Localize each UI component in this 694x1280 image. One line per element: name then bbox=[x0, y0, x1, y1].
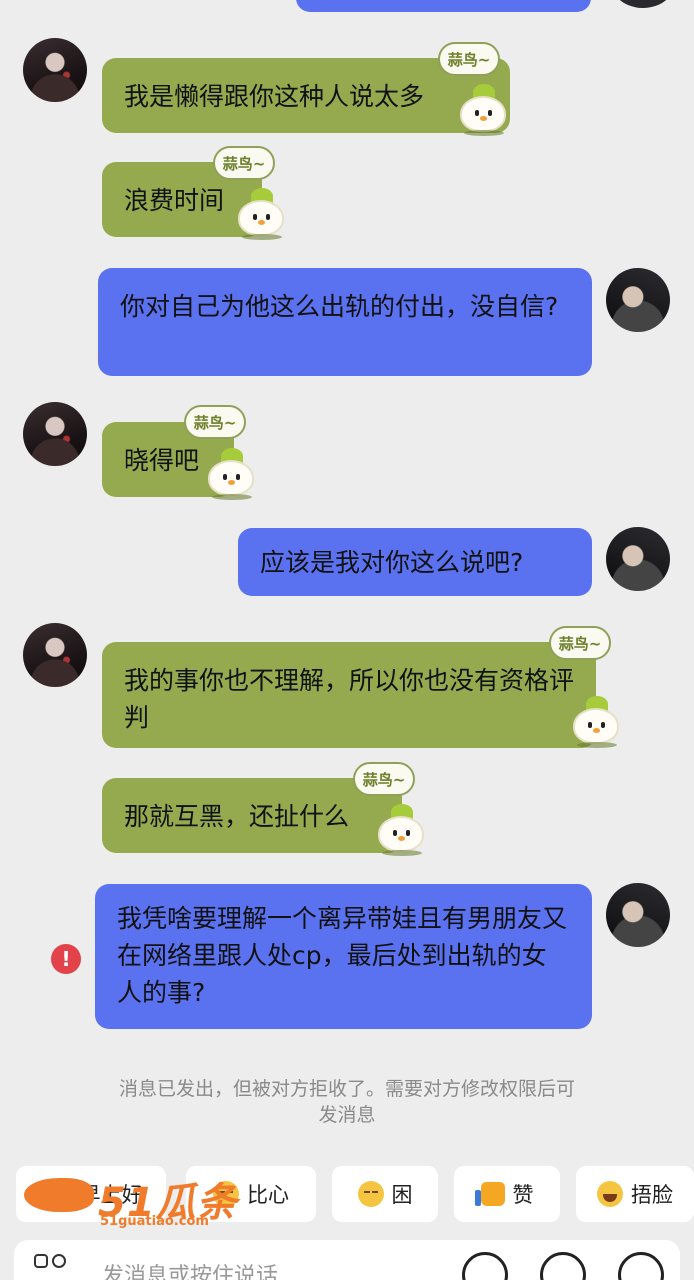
quick-reply-label: 赞 bbox=[512, 1183, 534, 1207]
message-text: 我的事你也不理解，所以你也没有资格评判 bbox=[124, 666, 575, 732]
message-bubble-sent[interactable]: 你对自己为他这么出轨的付出，没自信? bbox=[98, 268, 592, 376]
her-avatar[interactable] bbox=[23, 38, 87, 102]
my-avatar-top[interactable] bbox=[612, 0, 674, 8]
garlic-bird-sticker-icon bbox=[571, 696, 621, 748]
message-input[interactable]: 发消息或按住说话 bbox=[102, 1258, 278, 1280]
message-text: 我是懒得跟你这种人说太多 bbox=[124, 82, 425, 111]
suanniao-badge: 蒜鸟~ bbox=[549, 626, 611, 660]
add-icon[interactable] bbox=[618, 1252, 664, 1280]
my-avatar[interactable] bbox=[606, 268, 670, 332]
message-bubble-received[interactable]: 我的事你也不理解，所以你也没有资格评判 bbox=[102, 642, 596, 748]
garlic-bird-sticker-icon bbox=[458, 84, 508, 136]
quick-reply-sleepy[interactable]: 困 bbox=[332, 1166, 438, 1222]
suanniao-badge: 蒜鸟~ bbox=[438, 42, 500, 76]
quick-reply-label: 困 bbox=[391, 1183, 413, 1207]
watermark-sub: 51guatiao.com bbox=[100, 1214, 209, 1229]
my-avatar[interactable] bbox=[606, 883, 670, 947]
my-avatar[interactable] bbox=[606, 527, 670, 591]
message-text: 我凭啥要理解一个离异带娃且有男朋友又在网络里跟人处cp，最后处到出轨的女人的事? bbox=[117, 904, 568, 1007]
message-text: 那就互黑，还扯什么 bbox=[124, 802, 350, 831]
quick-reply-facepalm[interactable]: 捂脸 bbox=[576, 1166, 694, 1222]
garlic-bird-sticker-icon bbox=[376, 804, 426, 856]
suanniao-badge: 蒜鸟~ bbox=[353, 762, 415, 796]
rejected-notice: 消息已发出，但被对方拒收了。需要对方修改权限后可发消息 bbox=[118, 1078, 575, 1126]
quick-reply-label: 比心 bbox=[247, 1183, 289, 1207]
laughing-face-icon bbox=[597, 1181, 623, 1207]
quick-reply-label: 捂脸 bbox=[631, 1183, 673, 1207]
message-input-bar: 发消息或按住说话 bbox=[14, 1240, 680, 1280]
message-text: 晓得吧 bbox=[124, 446, 200, 475]
garlic-bird-sticker-icon bbox=[236, 188, 286, 240]
message-bubble-sent[interactable]: 我凭啥要理解一个离异带娃且有男朋友又在网络里跟人处cp，最后处到出轨的女人的事? bbox=[95, 884, 592, 1029]
message-text: 浪费时间 bbox=[124, 186, 225, 215]
thumbs-up-icon bbox=[474, 1182, 505, 1206]
previous-message-bubble[interactable] bbox=[296, 0, 591, 12]
voice-icon[interactable] bbox=[462, 1252, 508, 1280]
suanniao-badge: 蒜鸟~ bbox=[184, 405, 246, 439]
her-avatar[interactable] bbox=[23, 623, 87, 687]
her-avatar[interactable] bbox=[23, 402, 87, 466]
site-watermark: 51瓜条 51guatiao.com bbox=[24, 1170, 244, 1230]
send-failed-error-icon[interactable]: ! bbox=[51, 944, 81, 974]
message-bubble-sent[interactable]: 应该是我对你这么说吧? bbox=[238, 528, 592, 596]
sleepy-face-icon bbox=[357, 1181, 384, 1207]
quick-reply-like[interactable]: 赞 bbox=[454, 1166, 560, 1222]
fish-logo-icon bbox=[24, 1178, 94, 1212]
emoji-icon[interactable] bbox=[540, 1252, 586, 1280]
suanniao-badge: 蒜鸟~ bbox=[213, 146, 275, 180]
garlic-bird-sticker-icon bbox=[206, 448, 256, 500]
message-text: 应该是我对你这么说吧? bbox=[260, 548, 524, 577]
apps-icon[interactable] bbox=[34, 1254, 74, 1280]
message-text: 你对自己为他这么出轨的付出，没自信? bbox=[120, 292, 559, 321]
